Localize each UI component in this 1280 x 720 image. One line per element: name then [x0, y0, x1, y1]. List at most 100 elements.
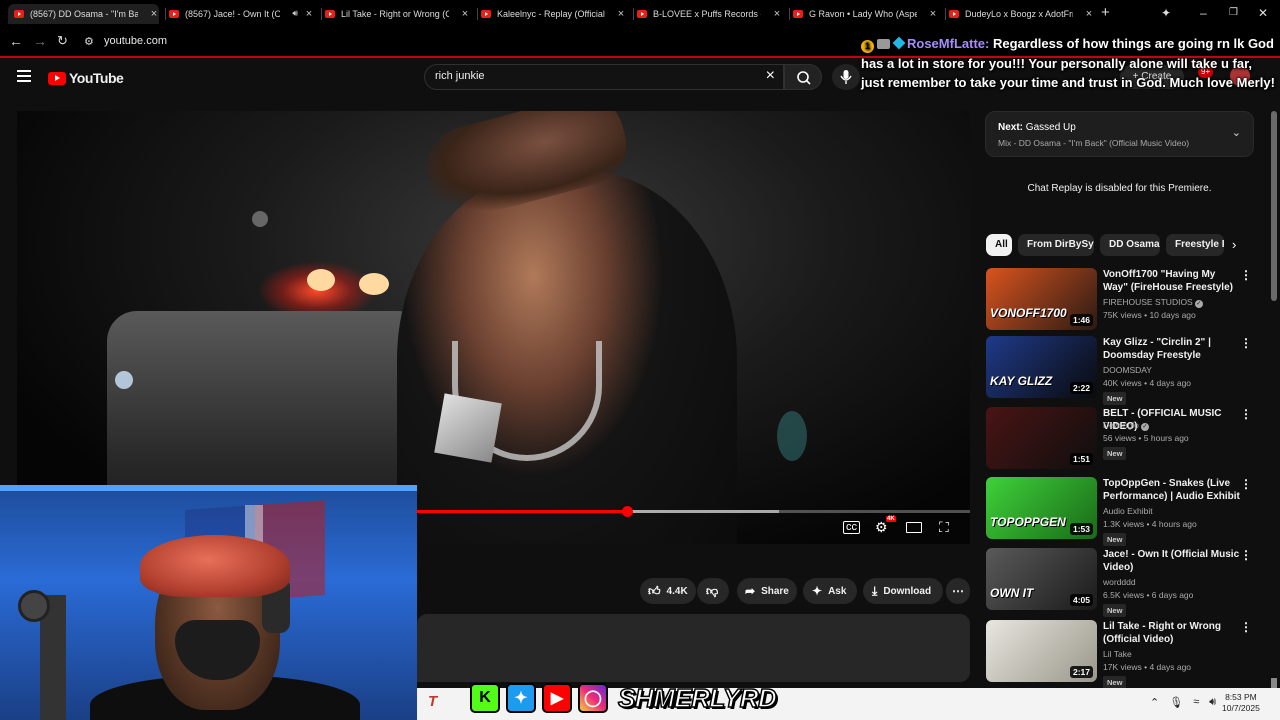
browser-tab[interactable]: (8567) Jace! - Own It (Offic 🔊︎ ×: [169, 4, 314, 24]
close-window-icon[interactable]: ✕: [1258, 6, 1268, 20]
channel-name[interactable]: FIREHOUSE STUDIOS ✓: [1103, 297, 1203, 308]
theater-mode-icon[interactable]: [906, 522, 922, 533]
browser-menu-icon[interactable]: ✦: [1161, 6, 1171, 20]
forward-icon[interactable]: →: [33, 33, 47, 49]
browser-tab[interactable]: G Ravon • Lady Who (Aspen K ×: [793, 4, 938, 24]
channel-name[interactable]: Lil Take: [1103, 649, 1132, 659]
chevron-down-icon[interactable]: ⌄: [1232, 126, 1241, 139]
video-title[interactable]: Lil Take - Right or Wrong (Official Vide…: [1103, 620, 1243, 646]
filter-chip[interactable]: DD Osama: [1100, 234, 1160, 256]
reload-icon[interactable]: ↻: [57, 33, 68, 49]
video-thumbnail[interactable]: TOPOPPGEN 1:53: [986, 477, 1097, 539]
volume-icon[interactable]: 🔊︎: [1209, 696, 1216, 709]
description-box[interactable]: [417, 614, 970, 682]
close-tab-icon[interactable]: ×: [149, 8, 159, 20]
tab-title: B-LOVEE x Puffs Records - ACT: [653, 9, 761, 19]
search-button[interactable]: [784, 64, 822, 90]
hamburger-menu-icon[interactable]: [17, 70, 31, 82]
channel-name[interactable]: Audio Exhibit: [1103, 506, 1153, 516]
recommendation-item[interactable]: OWN IT 4:05 Jace! - Own It (Official Music…: [986, 548, 1254, 617]
new-tab-button[interactable]: +: [1101, 4, 1110, 21]
filter-chip[interactable]: Freestyle Ra: [1166, 234, 1224, 256]
video-thumbnail[interactable]: OWN IT 4:05: [986, 548, 1097, 610]
close-tab-icon[interactable]: ×: [460, 8, 470, 20]
more-vertical-icon[interactable]: ⋮: [1240, 548, 1252, 562]
clear-search-icon[interactable]: ×: [766, 67, 775, 85]
more-vertical-icon[interactable]: ⋮: [1240, 336, 1252, 350]
video-player[interactable]: cc ⚙ 4K ⛶: [17, 111, 970, 544]
more-vertical-icon[interactable]: ⋮: [1240, 407, 1252, 421]
youtube-icon: ▶: [542, 683, 572, 713]
more-vertical-icon[interactable]: ⋮: [1240, 268, 1252, 282]
dislike-button[interactable]: 👎︎: [697, 578, 729, 604]
wifi-icon[interactable]: ≈: [1193, 696, 1199, 709]
fullscreen-icon[interactable]: ⛶: [939, 519, 949, 536]
tab-title: Lil Take - Right or Wrong (Offi: [341, 9, 449, 19]
browser-tab[interactable]: Kaleelnyc - Replay (Official Mu ×: [481, 4, 626, 24]
video-title[interactable]: TopOppGen - Snakes (Live Performance) | …: [1103, 477, 1243, 503]
download-button[interactable]: ⤓ Download: [863, 578, 943, 604]
browser-tab[interactable]: (8567) DD Osama - "I'm Back" ×: [8, 4, 159, 24]
close-tab-icon[interactable]: ×: [928, 8, 938, 20]
close-tab-icon[interactable]: ×: [616, 8, 626, 20]
captions-icon[interactable]: cc: [843, 521, 860, 534]
ask-button[interactable]: ✦ Ask: [803, 578, 857, 604]
verified-icon: ✓: [1140, 423, 1149, 431]
up-next-panel[interactable]: Next: Gassed Up Mix - DD Osama - "I'm Ba…: [985, 111, 1254, 157]
video-title[interactable]: Jace! - Own It (Official Music Video): [1103, 548, 1243, 574]
video-title[interactable]: Kay Glizz - "Circlin 2" | Doomsday Frees…: [1103, 336, 1243, 362]
video-duration: 1:51: [1069, 453, 1093, 465]
voice-search-button[interactable]: [832, 64, 860, 90]
more-vertical-icon[interactable]: ⋮: [1240, 477, 1252, 491]
progress-scrubber[interactable]: [621, 506, 633, 517]
video-title[interactable]: VonOff1700 "Having My Way" (FireHouse Fr…: [1103, 268, 1243, 294]
video-thumbnail[interactable]: KAY GLIZZ 2:22: [986, 336, 1097, 398]
filter-chip[interactable]: From DirBySyn: [1018, 234, 1094, 256]
chevron-right-icon[interactable]: ›: [1232, 237, 1236, 252]
browser-tab[interactable]: Lil Take - Right or Wrong (Offi ×: [325, 4, 470, 24]
recommendation-item[interactable]: TOPOPPGEN 1:53 TopOppGen - Snakes (Live Pe…: [986, 477, 1254, 546]
video-thumbnail[interactable]: 1:51: [986, 407, 1097, 469]
site-info-icon[interactable]: ⚙: [84, 35, 94, 48]
thumbnail-text: KAY GLIZZ: [990, 374, 1053, 388]
browser-tab[interactable]: DudeyLo x Boogz x AdotFrmD ×: [949, 4, 1094, 24]
maximize-icon[interactable]: ❐: [1229, 7, 1238, 18]
minimize-icon[interactable]: –: [1200, 6, 1207, 20]
close-tab-icon[interactable]: ×: [1084, 8, 1094, 20]
recommendation-item[interactable]: 1:51 BELT - (OFFICIAL MUSIC VIDEO) Dezongl…: [986, 407, 1254, 469]
chat-username: RoseMfLatte:: [907, 36, 990, 51]
video-thumbnail[interactable]: 2:17: [986, 620, 1097, 682]
chevron-up-icon[interactable]: ⌃: [1150, 696, 1159, 709]
share-button[interactable]: ➦ Share: [737, 578, 797, 604]
browser-tab[interactable]: B-LOVEE x Puffs Records - ACT ×: [637, 4, 782, 24]
video-duration: 1:46: [1069, 314, 1093, 326]
url-field[interactable]: youtube.com: [104, 35, 167, 47]
close-tab-icon[interactable]: ×: [304, 8, 314, 20]
taskbar-app-icon[interactable]: T: [428, 693, 437, 710]
channel-name[interactable]: Dezonglo ✓: [1103, 420, 1149, 431]
like-button[interactable]: 👍︎ 4.4K: [640, 578, 696, 604]
recommendation-item[interactable]: 2:17 Lil Take - Right or Wrong (Official …: [986, 620, 1254, 689]
more-actions-button[interactable]: ⋯: [946, 578, 970, 604]
channel-name[interactable]: DOOMSDAY: [1103, 365, 1152, 375]
youtube-favicon-icon: [793, 10, 803, 18]
tab-audio-icon[interactable]: 🔊︎: [292, 8, 298, 19]
close-tab-icon[interactable]: ×: [772, 8, 782, 20]
taskbar-clock[interactable]: 8:53 PM 10/7/2025: [1222, 692, 1260, 714]
recommendation-item[interactable]: VONOFF1700 1:46 VonOff1700 "Having My Way"…: [986, 268, 1254, 330]
filter-chip[interactable]: All: [986, 234, 1012, 256]
tray-mic-icon[interactable]: 🎙︎: [1169, 696, 1183, 709]
search-input[interactable]: rich junkie ×: [424, 64, 784, 90]
download-icon: ⤓: [872, 583, 878, 598]
headlight: [115, 371, 133, 389]
channel-name-text: Lil Take: [1103, 649, 1132, 659]
youtube-logo[interactable]: YouTube: [48, 70, 124, 86]
channel-name[interactable]: wordddd: [1103, 577, 1136, 587]
more-vertical-icon[interactable]: ⋮: [1240, 620, 1252, 634]
back-icon[interactable]: ←: [9, 33, 23, 49]
download-label: Download: [883, 585, 932, 597]
scrollbar[interactable]: [1271, 111, 1277, 301]
recommendation-item[interactable]: KAY GLIZZ 2:22 Kay Glizz - "Circlin 2" | D…: [986, 336, 1254, 405]
tab-separator: [633, 8, 634, 20]
video-thumbnail[interactable]: VONOFF1700 1:46: [986, 268, 1097, 330]
